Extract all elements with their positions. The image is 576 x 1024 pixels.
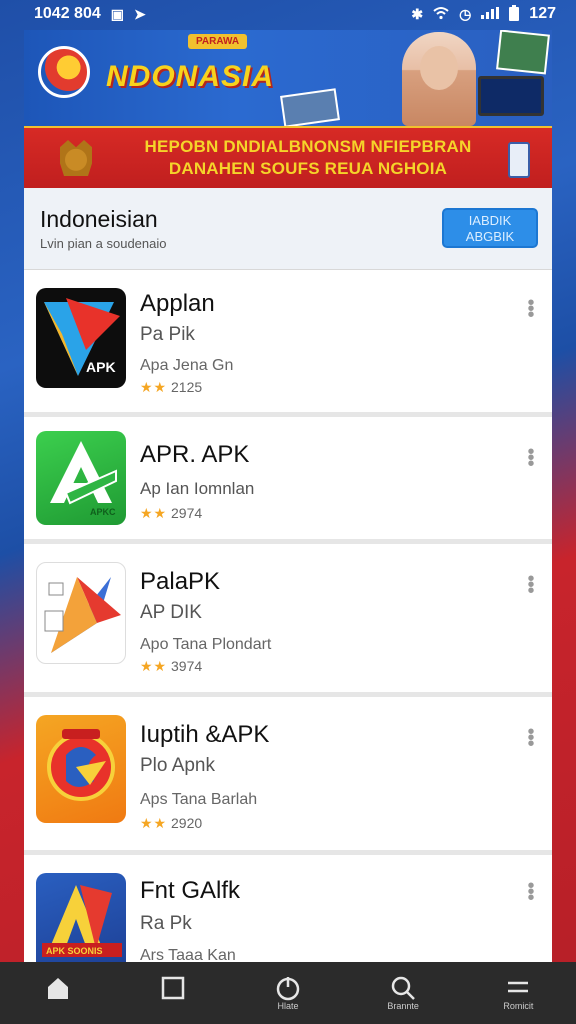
more-options-icon[interactable]: • • •: [526, 293, 536, 325]
announcement-line: HEPOBN DNDIALBNONSM NFIEPBRAN: [144, 137, 472, 156]
app-icon-label: APK: [86, 359, 116, 375]
nav-home[interactable]: [23, 975, 93, 1011]
app-name: PalaPK: [140, 568, 221, 595]
nav-label: Romicit: [503, 1001, 534, 1011]
section-button-label: ABGBIK: [465, 229, 515, 244]
announcement-strip: HEPOBN DNDIALBNONSM NFIEPBRAN DANAHEN SO…: [24, 126, 552, 188]
app-description: Apo Tana Plondart: [140, 636, 272, 653]
bluetooth-icon: ✱: [411, 5, 424, 22]
bottom-nav: Hlate Brannte Romicit: [0, 962, 576, 1024]
status-bar: 1042 804 ▣ ➤ ✱ ◷ 127: [0, 0, 576, 28]
rating-count: 2974: [171, 505, 203, 521]
list-item[interactable]: APK Applan Pa Pik Apa Jena Gn ★★ 2125 • •…: [24, 270, 552, 412]
announcement-text: HEPOBN DNDIALBNONSM NFIEPBRAN DANAHEN SO…: [118, 136, 498, 180]
more-options-icon[interactable]: • • •: [526, 442, 536, 474]
menu-icon: [508, 981, 529, 993]
more-options-icon[interactable]: • • •: [526, 876, 536, 908]
signal-icon: [481, 6, 500, 22]
app-icon-label: APK SOONIS: [46, 946, 103, 956]
list-item[interactable]: APKC APR. APK Ap Ian Iomnlan ★★ 2974 • • •: [24, 417, 552, 539]
emblem-logo-icon: [36, 715, 126, 823]
phone-icon: [508, 142, 530, 178]
rating-count: 2125: [171, 379, 203, 395]
red-a-logo-icon: APK SOONIS: [36, 873, 126, 962]
nav-power[interactable]: Hlate: [253, 975, 323, 1011]
banner-title: NDONASIA: [106, 60, 275, 93]
app-description: Ars Taaa Kan: [140, 947, 236, 962]
star-icon: ★★: [140, 379, 168, 395]
banner-tag: PARAWA: [188, 34, 248, 49]
nav-overview[interactable]: [138, 975, 208, 1011]
search-icon: [391, 976, 416, 1000]
star-icon: ★★: [140, 815, 168, 831]
tv-screen-image: [478, 76, 544, 116]
app-type: Pa Pik: [140, 324, 195, 345]
app-type: Ap Ian Iomnlan: [140, 479, 255, 498]
app-rating: ★★ 2974: [140, 505, 202, 522]
home-icon: [47, 978, 68, 999]
app-type: Plo Apnk: [140, 755, 215, 776]
presenter-image: [402, 32, 476, 126]
more-options-icon[interactable]: • • •: [526, 569, 536, 601]
app-description: Aps Tana Barlah: [140, 791, 258, 808]
list-item[interactable]: Iuptih &APK Plo Apnk Aps Tana Barlah ★★ …: [24, 697, 552, 850]
cast-icon: ➤: [133, 5, 146, 22]
square-icon: [161, 976, 185, 1000]
status-right-text: 127: [529, 5, 556, 22]
app-rating: ★★ 3974: [140, 658, 202, 675]
main-card: PARAWA NDONASIA HEPOBN DNDIALBNONSM NFIE…: [24, 30, 552, 962]
app-name: APR. APK: [140, 441, 250, 468]
promo-banner[interactable]: PARAWA NDONASIA: [24, 30, 552, 126]
app-name: Applan: [140, 290, 215, 317]
status-time: 1042 804: [34, 5, 101, 22]
section-subtitle: Lvin pian a soudenaio: [40, 236, 167, 251]
wifi-icon: [433, 6, 449, 23]
star-icon: ★★: [140, 505, 168, 521]
app-name: Iuptih &APK: [140, 721, 270, 748]
tv-logo-icon: [38, 46, 90, 98]
app-type: Ra Pk: [140, 913, 192, 934]
nav-menu[interactable]: Romicit: [483, 975, 553, 1011]
nav-label: Brannte: [387, 1001, 419, 1011]
rating-count: 3974: [171, 658, 203, 674]
more-options-icon[interactable]: • • •: [526, 722, 536, 754]
battery-icon: [509, 4, 520, 24]
app-description: Apa Jena Gn: [140, 357, 234, 374]
list-item[interactable]: PalaPK AP DIK Apo Tana Plondart ★★ 3974 …: [24, 544, 552, 692]
app-rating: ★★ 2920: [140, 815, 202, 832]
section-button-label: IABDIK: [468, 213, 512, 228]
star-icon: ★★: [140, 658, 168, 674]
banner-photo: [496, 30, 550, 75]
section-header: Indoneisian Lvin pian a soudenaio IABDIK…: [24, 188, 552, 270]
power-icon: [276, 977, 300, 1001]
list-item[interactable]: APK SOONIS Fnt GAlfk Ra Pk Ars Taaa Kan …: [24, 855, 552, 962]
notification-icon: ▣: [110, 5, 124, 22]
announcement-line: DANAHEN SOUFS REUA NGHOIA: [168, 159, 448, 178]
rating-count: 2920: [171, 815, 203, 831]
triangle-logo-icon: APK: [36, 288, 126, 388]
app-list: APK Applan Pa Pik Apa Jena Gn ★★ 2125 • •…: [24, 270, 552, 962]
garuda-emblem-icon: [56, 140, 96, 176]
section-action-button[interactable]: IABDIK ABGBIK: [442, 208, 538, 248]
colorful-triangle-icon: [36, 562, 126, 664]
section-title: Indoneisian: [40, 206, 158, 232]
banner-photo: [280, 88, 340, 126]
app-rating: ★★ 2125: [140, 379, 202, 396]
app-icon-label: APKC: [90, 507, 116, 517]
green-a-logo-icon: APKC: [36, 431, 126, 525]
nav-search[interactable]: Brannte: [368, 975, 438, 1011]
app-name: Fnt GAlfk: [140, 877, 241, 904]
nav-label: Hlate: [277, 1001, 299, 1011]
app-type: AP DIK: [140, 602, 202, 623]
alarm-icon: ◷: [459, 5, 472, 22]
